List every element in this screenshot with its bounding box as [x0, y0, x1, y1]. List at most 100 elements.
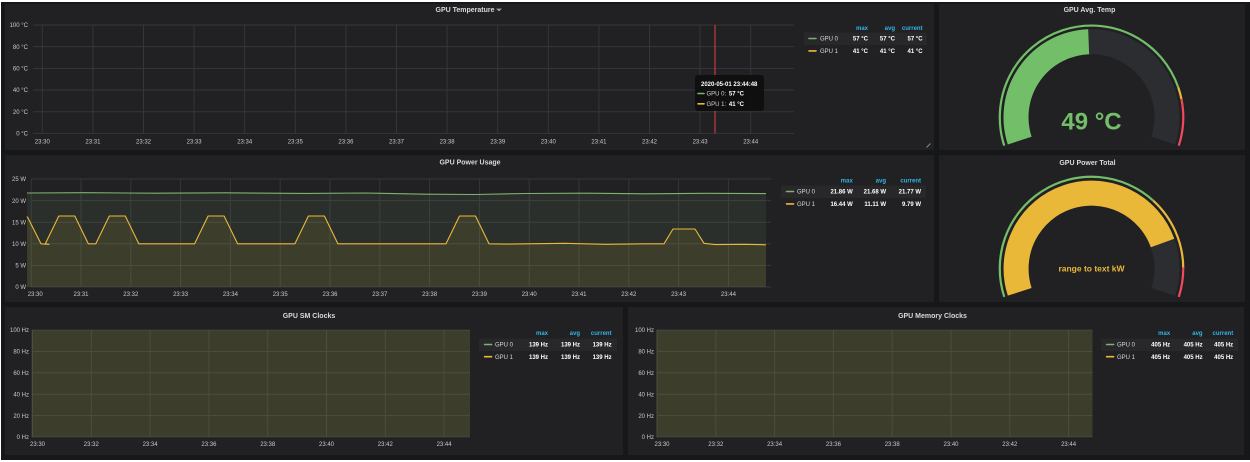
- svg-text:GPU 0:: GPU 0:: [707, 92, 727, 98]
- svg-text:9.79 W: 9.79 W: [902, 202, 921, 208]
- svg-text:23:39: 23:39: [490, 140, 506, 146]
- svg-text:GPU 0: GPU 0: [495, 343, 514, 349]
- svg-text:23:44: 23:44: [721, 292, 737, 298]
- svg-text:23:41: 23:41: [571, 292, 587, 298]
- svg-text:60 Hz: 60 Hz: [13, 371, 29, 377]
- svg-text:23:34: 23:34: [223, 292, 239, 298]
- svg-text:405 Hz: 405 Hz: [1184, 343, 1203, 349]
- svg-text:405 Hz: 405 Hz: [1184, 355, 1203, 361]
- svg-text:23:30: 23:30: [30, 442, 46, 448]
- svg-text:20 Hz: 20 Hz: [13, 414, 29, 420]
- svg-text:23:31: 23:31: [85, 140, 101, 146]
- svg-text:11.11 W: 11.11 W: [864, 202, 886, 208]
- svg-text:23:38: 23:38: [422, 292, 438, 298]
- svg-text:GPU 1:: GPU 1:: [707, 102, 727, 108]
- svg-text:100 °C: 100 °C: [10, 23, 29, 29]
- svg-text:80 Hz: 80 Hz: [13, 350, 29, 356]
- svg-text:range to text kW: range to text kW: [1058, 264, 1125, 274]
- svg-text:41 °C: 41 °C: [880, 49, 896, 55]
- svg-text:avg: avg: [570, 331, 581, 337]
- svg-text:16.44 W: 16.44 W: [830, 202, 853, 208]
- svg-text:57 °C: 57 °C: [880, 37, 896, 43]
- svg-text:23:35: 23:35: [273, 292, 289, 298]
- svg-text:139 Hz: 139 Hz: [593, 355, 612, 361]
- svg-text:23:34: 23:34: [767, 442, 783, 448]
- svg-text:23:44: 23:44: [437, 442, 453, 448]
- svg-text:GPU 1: GPU 1: [1117, 355, 1136, 361]
- svg-text:GPU Memory Clocks: GPU Memory Clocks: [898, 313, 967, 320]
- svg-text:41 °C: 41 °C: [729, 102, 745, 108]
- svg-text:80 Hz: 80 Hz: [638, 350, 654, 356]
- svg-text:current: current: [902, 26, 923, 32]
- svg-text:23:40: 23:40: [319, 442, 335, 448]
- svg-text:139 Hz: 139 Hz: [593, 343, 612, 349]
- svg-text:21.77 W: 21.77 W: [899, 190, 922, 196]
- svg-text:current: current: [591, 331, 612, 337]
- svg-text:GPU Power Total: GPU Power Total: [1059, 160, 1115, 167]
- svg-text:139 Hz: 139 Hz: [561, 343, 580, 349]
- svg-text:avg: avg: [885, 26, 896, 32]
- svg-text:5 W: 5 W: [15, 264, 26, 270]
- svg-text:23:32: 23:32: [136, 140, 152, 146]
- svg-text:23:43: 23:43: [693, 140, 709, 146]
- svg-text:0 Hz: 0 Hz: [17, 435, 29, 441]
- svg-text:23:44: 23:44: [1061, 442, 1077, 448]
- svg-text:23:32: 23:32: [708, 442, 724, 448]
- svg-text:23:34: 23:34: [143, 442, 159, 448]
- svg-text:23:30: 23:30: [654, 442, 670, 448]
- svg-text:139 Hz: 139 Hz: [529, 343, 548, 349]
- svg-text:60 Hz: 60 Hz: [638, 371, 654, 377]
- svg-text:23:38: 23:38: [440, 140, 456, 146]
- svg-text:23:33: 23:33: [173, 292, 189, 298]
- svg-text:23:40: 23:40: [943, 442, 959, 448]
- svg-text:23:31: 23:31: [73, 292, 89, 298]
- svg-text:GPU SM Clocks: GPU SM Clocks: [283, 313, 336, 320]
- svg-text:max: max: [536, 331, 549, 337]
- svg-text:405 Hz: 405 Hz: [1151, 343, 1170, 349]
- svg-text:23:32: 23:32: [84, 442, 100, 448]
- svg-text:23:34: 23:34: [237, 140, 253, 146]
- svg-text:20 W: 20 W: [12, 199, 26, 205]
- svg-text:max: max: [1158, 331, 1171, 337]
- svg-text:23:37: 23:37: [372, 292, 388, 298]
- svg-text:23:30: 23:30: [35, 140, 51, 146]
- svg-text:GPU Avg. Temp: GPU Avg. Temp: [1064, 7, 1116, 14]
- svg-text:23:38: 23:38: [885, 442, 901, 448]
- svg-text:40 Hz: 40 Hz: [638, 392, 654, 398]
- svg-text:23:35: 23:35: [288, 140, 304, 146]
- svg-text:20 Hz: 20 Hz: [638, 414, 654, 420]
- svg-text:23:42: 23:42: [378, 442, 394, 448]
- svg-text:23:36: 23:36: [322, 292, 338, 298]
- svg-text:GPU 1: GPU 1: [820, 49, 839, 55]
- svg-text:25 W: 25 W: [12, 177, 26, 183]
- svg-text:100 Hz: 100 Hz: [635, 328, 654, 334]
- svg-text:40 °C: 40 °C: [13, 88, 29, 94]
- svg-text:GPU Temperature: GPU Temperature: [436, 7, 495, 14]
- svg-text:0 Hz: 0 Hz: [642, 435, 654, 441]
- svg-text:GPU 0: GPU 0: [820, 37, 839, 43]
- svg-text:57 °C: 57 °C: [853, 37, 869, 43]
- svg-text:80 °C: 80 °C: [13, 45, 29, 51]
- svg-text:2020-05-01 23:44:48: 2020-05-01 23:44:48: [701, 82, 758, 88]
- svg-text:139 Hz: 139 Hz: [529, 355, 548, 361]
- svg-text:23:38: 23:38: [260, 442, 276, 448]
- svg-text:405 Hz: 405 Hz: [1214, 343, 1233, 349]
- svg-text:0 °C: 0 °C: [16, 132, 28, 138]
- svg-text:23:32: 23:32: [123, 292, 139, 298]
- svg-text:10 W: 10 W: [12, 242, 26, 248]
- svg-text:405 Hz: 405 Hz: [1151, 355, 1170, 361]
- svg-text:23:33: 23:33: [187, 140, 203, 146]
- svg-text:avg: avg: [876, 179, 887, 185]
- svg-text:21.86 W: 21.86 W: [830, 190, 853, 196]
- svg-text:41 °C: 41 °C: [908, 49, 924, 55]
- svg-text:23:44: 23:44: [743, 140, 759, 146]
- svg-text:60 °C: 60 °C: [13, 67, 29, 73]
- svg-text:23:37: 23:37: [389, 140, 405, 146]
- svg-text:405 Hz: 405 Hz: [1214, 355, 1233, 361]
- svg-text:23:39: 23:39: [472, 292, 488, 298]
- svg-text:15 W: 15 W: [12, 220, 26, 226]
- svg-text:23:42: 23:42: [621, 292, 637, 298]
- svg-text:current: current: [1213, 331, 1234, 337]
- svg-text:23:36: 23:36: [338, 140, 354, 146]
- svg-text:23:42: 23:42: [642, 140, 658, 146]
